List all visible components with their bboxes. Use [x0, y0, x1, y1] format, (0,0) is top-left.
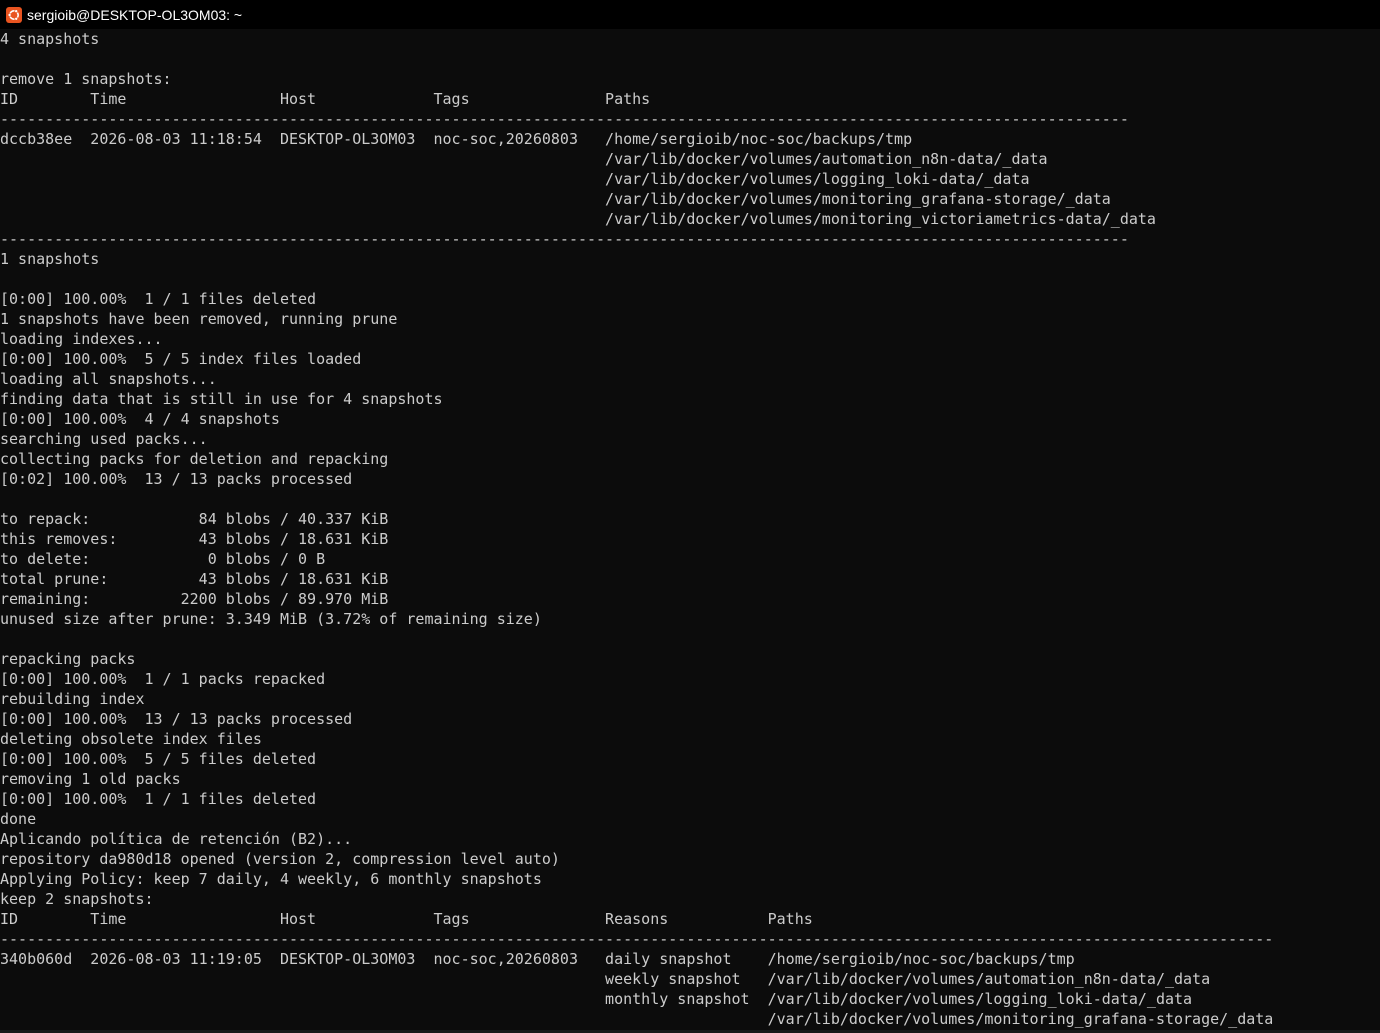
terminal-output[interactable]: 4 snapshots remove 1 snapshots: ID Time Ho… [0, 29, 1380, 1033]
terminal-line: [0:00] 100.00% 1 / 1 packs repacked [0, 670, 326, 688]
terminal-line: /var/lib/docker/volumes/monitoring_grafa… [0, 1010, 1274, 1028]
terminal-line: total prune: 43 blobs / 18.631 KiB [0, 570, 389, 588]
terminal-line: deleting obsolete index files [0, 730, 262, 748]
terminal-line: monthly snapshot /var/lib/docker/volumes… [0, 990, 1193, 1008]
terminal-line: [0:00] 100.00% 1 / 1 files deleted [0, 290, 317, 308]
terminal-line: ID Time Host Tags Reasons Paths [0, 910, 813, 928]
terminal-line: /var/lib/docker/volumes/monitoring_grafa… [0, 190, 1111, 208]
terminal-line: keep 2 snapshots: [0, 890, 154, 908]
terminal-line: 340b060d 2026-08-03 11:19:05 DESKTOP-OL3… [0, 950, 1075, 968]
terminal-line: rebuilding index [0, 690, 145, 708]
terminal-line: done [0, 810, 37, 828]
terminal-line: [0:00] 100.00% 1 / 1 files deleted [0, 790, 317, 808]
terminal-line: weekly snapshot /var/lib/docker/volumes/… [0, 970, 1211, 988]
terminal-line: remaining: 2200 blobs / 89.970 MiB [0, 590, 389, 608]
terminal-line: searching used packs... [0, 430, 208, 448]
window-title: sergioib@DESKTOP-OL3OM03: ~ [27, 6, 243, 23]
terminal-line: [0:02] 100.00% 13 / 13 packs processed [0, 470, 353, 488]
terminal-line: [0:00] 100.00% 4 / 4 snapshots [0, 410, 280, 428]
terminal-window: sergioib@DESKTOP-OL3OM03: ~ 4 snapshots r… [0, 0, 1380, 1033]
terminal-line: repository da980d18 opened (version 2, c… [0, 850, 560, 868]
terminal-line: [0:00] 100.00% 5 / 5 index files loaded [0, 350, 362, 368]
terminal-line: loading indexes... [0, 330, 163, 348]
terminal-line: [0:00] 100.00% 13 / 13 packs processed [0, 710, 353, 728]
terminal-line: removing 1 old packs [0, 770, 181, 788]
terminal-line: collecting packs for deletion and repack… [0, 450, 389, 468]
terminal-line: remove 1 snapshots: [0, 70, 172, 88]
terminal-line: ----------------------------------------… [0, 230, 1129, 248]
terminal-line: to repack: 84 blobs / 40.337 KiB [0, 510, 389, 528]
terminal-line: dccb38ee 2026-08-03 11:18:54 DESKTOP-OL3… [0, 130, 913, 148]
terminal-line: 4 snapshots [0, 30, 100, 48]
title-bar[interactable]: sergioib@DESKTOP-OL3OM03: ~ [0, 0, 1380, 29]
terminal-line: /var/lib/docker/volumes/automation_n8n-d… [0, 150, 1048, 168]
terminal-line: ID Time Host Tags Paths [0, 90, 651, 108]
terminal-line: ----------------------------------------… [0, 930, 1274, 948]
terminal-line: Aplicando política de retención (B2)... [0, 830, 353, 848]
terminal-line: [0:00] 100.00% 5 / 5 files deleted [0, 750, 317, 768]
terminal-line: unused size after prune: 3.349 MiB (3.72… [0, 610, 542, 628]
terminal-line: to delete: 0 blobs / 0 B [0, 550, 326, 568]
terminal-line: repacking packs [0, 650, 136, 668]
terminal-line: Applying Policy: keep 7 daily, 4 weekly,… [0, 870, 542, 888]
terminal-line: /var/lib/docker/volumes/logging_loki-dat… [0, 170, 1030, 188]
terminal-line: /var/lib/docker/volumes/monitoring_victo… [0, 210, 1156, 228]
terminal-line: this removes: 43 blobs / 18.631 KiB [0, 530, 389, 548]
terminal-line: loading all snapshots... [0, 370, 217, 388]
ubuntu-icon [6, 6, 22, 23]
terminal-line: 1 snapshots have been removed, running p… [0, 310, 398, 328]
terminal-line: 1 snapshots [0, 250, 100, 268]
terminal-line: ----------------------------------------… [0, 110, 1129, 128]
terminal-line: finding data that is still in use for 4 … [0, 390, 443, 408]
